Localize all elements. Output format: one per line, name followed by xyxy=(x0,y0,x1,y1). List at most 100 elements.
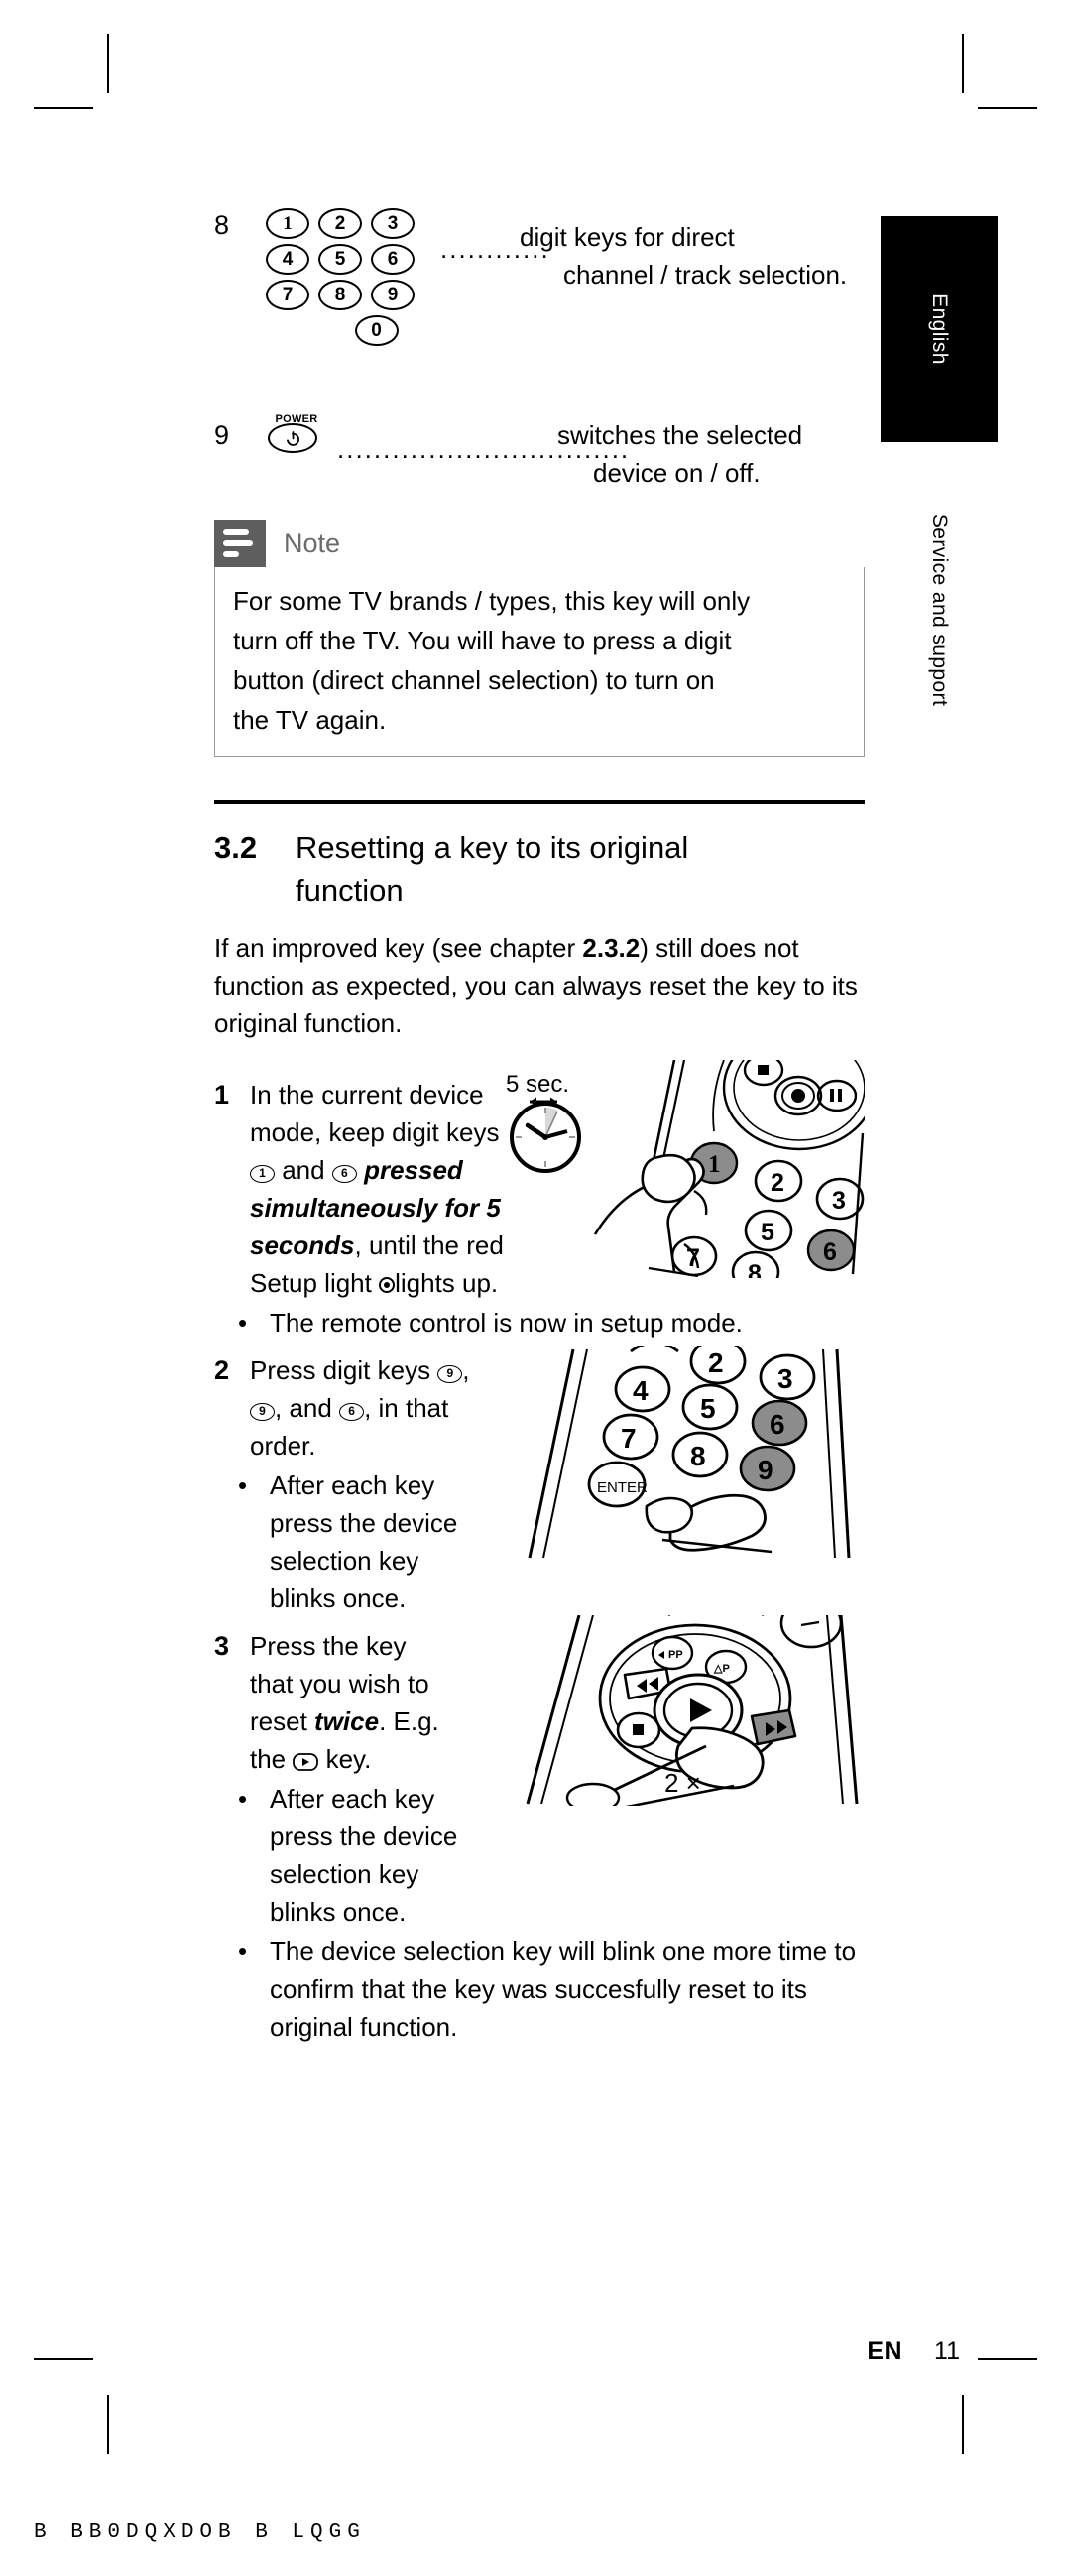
step-2-text-p3: , and xyxy=(275,1393,340,1423)
steps-list: 1 In the current device mode, keep digit… xyxy=(214,1024,877,2046)
inline-digit-key-1: 1 xyxy=(250,1165,275,1183)
step-1-text-p5: lights up. xyxy=(395,1268,499,1298)
legend-item-8-description: digit keys for direct channel / track se… xyxy=(520,218,867,293)
crop-mark-bottom-right xyxy=(978,2358,1037,2360)
page-content: 8 1 2 3 4 5 6 7 8 9 0 ............ digit… xyxy=(214,0,877,2046)
svg-text:5: 5 xyxy=(761,1219,774,1246)
svg-text:ENTER: ENTER xyxy=(597,1479,648,1496)
power-key-graphic: POWER xyxy=(266,414,327,453)
step-2-bullet-1: • After each key press the device select… xyxy=(214,1466,490,1617)
step-1-bullet-1-text: The remote control is now in setup mode. xyxy=(270,1308,743,1338)
folio-language-code: EN xyxy=(867,2337,903,2365)
legend-item-9-description: switches the selected device on / off. xyxy=(557,416,875,492)
svg-text:2: 2 xyxy=(771,1169,784,1197)
inline-digit-key-6b: 6 xyxy=(339,1403,365,1421)
digit-key-3: 3 xyxy=(371,208,415,239)
play-key-icon xyxy=(293,1743,319,1771)
step-3-text: Press the key that you wish to reset twi… xyxy=(250,1627,444,1778)
print-registration-text: B BB0DQXDOB B LQGG xyxy=(34,2521,366,2544)
crop-mark-top-left-v xyxy=(107,34,109,93)
section-number: 3.2 xyxy=(214,830,258,865)
digit-key-2: 2 xyxy=(318,208,362,239)
note-line-2: turn off the TV. You will have to press … xyxy=(233,626,732,655)
note-line-4: the TV again. xyxy=(233,705,387,735)
svg-text:5 sec.: 5 sec. xyxy=(506,1071,569,1098)
section-intro-reference: 2.3.2 xyxy=(582,933,641,963)
digit-key-9: 9 xyxy=(371,280,415,310)
svg-text:6: 6 xyxy=(823,1238,837,1266)
step-1: 1 In the current device mode, keep digit… xyxy=(214,1024,877,1342)
legend-item-9: 9 POWER ................................… xyxy=(214,401,865,504)
sidebar-tab-service-and-support[interactable]: Service and support xyxy=(881,476,998,744)
press-count-label: 2 × xyxy=(664,1768,701,1798)
remote-press-1-and-6-illustration: 5 sec. 1 2 3 5 6 7 8 xyxy=(500,1024,877,1294)
digit-key-8: 8 xyxy=(318,280,362,310)
inline-digit-key-9a: 9 xyxy=(437,1365,463,1383)
note-title: Note xyxy=(284,527,341,558)
note-line-1: For some TV brands / types, this key wil… xyxy=(233,586,751,616)
step-3-bullet-1-text: After each key press the device selectio… xyxy=(270,1784,458,1927)
crop-mark-bottom-right-v xyxy=(962,2395,964,2454)
power-icon xyxy=(268,423,317,453)
step-3-bullet-1: • After each key press the device select… xyxy=(214,1780,490,1931)
svg-text:3: 3 xyxy=(777,1363,793,1394)
svg-text:4: 4 xyxy=(633,1375,649,1406)
step-3-bullets: • After each key press the device select… xyxy=(214,1780,865,2046)
inline-digit-key-9b: 9 xyxy=(250,1403,275,1421)
crop-mark-top-right-v xyxy=(962,34,964,93)
section-heading: 3.2 Resetting a key to its original func… xyxy=(214,826,865,913)
sidebar-tab-english-label: English xyxy=(928,293,951,365)
step-1-text-p2: and xyxy=(275,1155,332,1185)
step-2-text-p2: , xyxy=(462,1355,470,1385)
step-1-bullet-1: • The remote control is now in setup mod… xyxy=(214,1304,865,1342)
note-callout: Note For some TV brands / types, this ke… xyxy=(214,520,865,757)
page-folio: EN 11 xyxy=(867,2337,960,2366)
svg-text:8: 8 xyxy=(690,1441,706,1471)
section-intro-before: If an improved key (see chapter xyxy=(214,933,583,963)
step-2-bullet-1-text: After each key press the device selectio… xyxy=(270,1470,458,1613)
digit-keypad-graphic: 1 2 3 4 5 6 7 8 9 0 xyxy=(266,208,434,351)
svg-text:3: 3 xyxy=(832,1187,846,1215)
step-2-text: Press digit keys 9, 9, and 6, in that or… xyxy=(250,1351,474,1464)
svg-text:6: 6 xyxy=(770,1409,785,1440)
crop-mark-bottom-left-v xyxy=(107,2395,109,2454)
bullet-dot-icon: • xyxy=(238,1936,248,1966)
remote-press-9-9-6-illustration: 2 3 4 5 6 7 8 9 ENTER xyxy=(522,1338,869,1562)
legend-item-8-number: 8 xyxy=(214,210,230,240)
crop-mark-top-left xyxy=(34,107,93,109)
section-title-line2: function xyxy=(296,874,404,908)
crop-mark-top-right xyxy=(978,107,1037,109)
legend-item-9-line2: device on / off. xyxy=(593,458,761,488)
svg-text:8: 8 xyxy=(748,1260,762,1278)
step-1-bullets: • The remote control is now in setup mod… xyxy=(214,1304,865,1342)
legend-item-9-number: 9 xyxy=(214,420,230,450)
bullet-dot-icon: • xyxy=(238,1470,248,1500)
digit-key-4: 4 xyxy=(266,244,309,275)
step-3-bullet-2-text: The device selection key will blink one … xyxy=(270,1936,857,2042)
step-3-emphasis: twice xyxy=(314,1706,380,1736)
sidebar-tab-english[interactable]: English xyxy=(881,216,998,442)
note-body: For some TV brands / types, this key wil… xyxy=(214,567,865,757)
svg-text:2: 2 xyxy=(708,1347,724,1378)
note-icon xyxy=(214,520,266,567)
remote-press-key-twice-illustration: PP △P 2 × xyxy=(522,1597,869,1815)
svg-text:5: 5 xyxy=(700,1393,716,1424)
section-title-line1: Resetting a key to its original xyxy=(296,830,689,865)
manual-page: English Service and support 8 1 2 3 4 5 … xyxy=(0,0,1071,2576)
digit-key-7: 7 xyxy=(266,280,309,310)
section-title: Resetting a key to its original function xyxy=(296,826,688,913)
step-3-text-p3: key. xyxy=(318,1744,372,1774)
digit-key-5: 5 xyxy=(318,244,362,275)
step-1-text-p3 xyxy=(357,1155,364,1185)
step-1-number: 1 xyxy=(214,1080,230,1110)
bullet-dot-icon: • xyxy=(238,1784,248,1814)
bullet-dot-icon: • xyxy=(238,1308,248,1338)
legend-item-8-line1: digit keys for direct xyxy=(520,222,735,252)
legend-item-8: 8 1 2 3 4 5 6 7 8 9 0 ............ digit… xyxy=(214,208,867,401)
inline-digit-key-6: 6 xyxy=(331,1165,357,1183)
legend-item-8-line2: channel / track selection. xyxy=(563,260,848,290)
svg-text:7: 7 xyxy=(621,1423,637,1454)
section-rule xyxy=(214,800,865,804)
step-3-number: 3 xyxy=(214,1631,230,1661)
step-1-text-p1: In the current device mode, keep digit k… xyxy=(250,1080,500,1147)
